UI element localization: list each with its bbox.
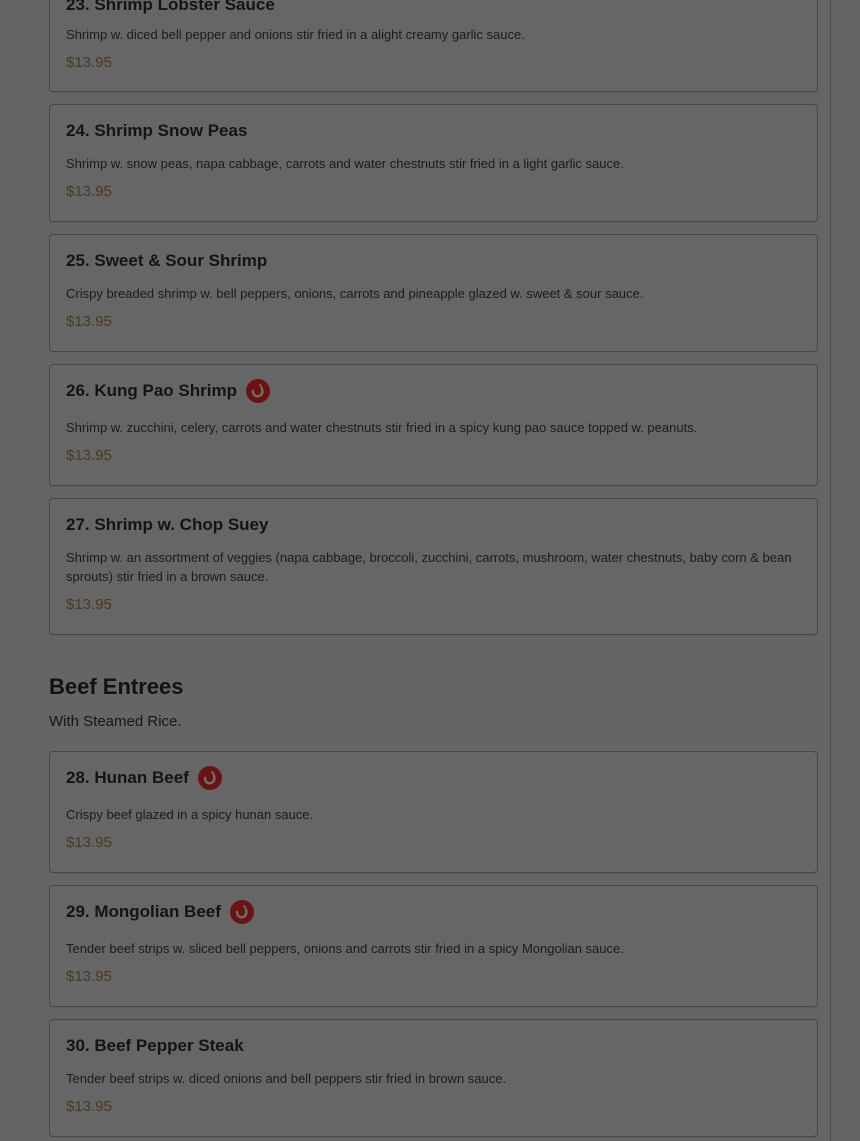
menu-item-description: Crispy breaded shrimp w. bell peppers, o… — [66, 286, 644, 301]
menu-item-card[interactable]: 26. Kung Pao Shrimp Shrimp w. zucchini, … — [49, 364, 818, 486]
menu-item-card[interactable]: 30. Beef Pepper Steak Tender beef strips… — [49, 1019, 818, 1137]
menu-item-title: 25. Sweet & Sour Shrimp — [66, 251, 267, 271]
menu-item-price: $13.95 — [66, 596, 112, 613]
menu-item-price: $13.95 — [66, 54, 112, 71]
menu-item-price: $13.95 — [66, 313, 112, 330]
menu-item-title: 27. Shrimp w. Chop Suey — [66, 515, 268, 535]
menu-item-description: Shrimp w. zucchini, celery, carrots and … — [66, 420, 698, 435]
section-subtitle: With Steamed Rice. — [49, 713, 182, 730]
menu-item-price: $13.95 — [66, 183, 112, 200]
menu-item-title: 24. Shrimp Snow Peas — [66, 121, 247, 141]
menu-page: 23. Shrimp Lobster Sauce Shrimp w. diced… — [0, 0, 860, 1141]
menu-item-title-text: 23. Shrimp Lobster Sauce — [66, 0, 275, 14]
menu-item-price: $13.95 — [66, 968, 112, 985]
menu-item-description: Shrimp w. an assortment of veggies (napa… — [66, 550, 792, 584]
menu-item-card[interactable]: 29. Mongolian Beef Tender beef strips w.… — [49, 885, 818, 1007]
menu-item-description: Tender beef strips w. diced onions and b… — [66, 1071, 507, 1086]
menu-item-card[interactable]: 27. Shrimp w. Chop Suey Shrimp w. an ass… — [49, 498, 818, 635]
menu-item-description: Shrimp w. snow peas, napa cabbage, carro… — [66, 156, 624, 171]
menu-item-price: $13.95 — [66, 834, 112, 851]
menu-item-title-text: 30. Beef Pepper Steak — [66, 1036, 244, 1055]
menu-item-description: Crispy beef glazed in a spicy hunan sauc… — [66, 807, 314, 822]
menu-item-title-text: 24. Shrimp Snow Peas — [66, 121, 248, 140]
menu-item-title: 26. Kung Pao Shrimp — [66, 379, 270, 403]
menu-item-title: 29. Mongolian Beef — [66, 900, 254, 924]
menu-item-title-text: 29. Mongolian Beef — [66, 902, 221, 921]
menu-item-title-text: 26. Kung Pao Shrimp — [66, 381, 237, 400]
section-title: Beef Entrees — [49, 674, 184, 699]
menu-item-title-text: 27. Shrimp w. Chop Suey — [66, 515, 269, 534]
menu-item-card[interactable]: 24. Shrimp Snow Peas Shrimp w. snow peas… — [49, 104, 818, 222]
menu-item-card[interactable]: 25. Sweet & Sour Shrimp Crispy breaded s… — [49, 234, 818, 352]
menu-item-price: $13.95 — [66, 1098, 112, 1115]
menu-item-price: $13.95 — [66, 447, 112, 464]
menu-item-title: 30. Beef Pepper Steak — [66, 1036, 244, 1056]
menu-item-title: 23. Shrimp Lobster Sauce — [66, 0, 275, 15]
menu-item-description: Tender beef strips w. sliced bell pepper… — [66, 941, 624, 956]
chili-pepper-icon — [197, 766, 222, 790]
menu-item-title: 28. Hunan Beef — [66, 766, 222, 790]
menu-item-description: Shrimp w. diced bell pepper and onions s… — [66, 27, 525, 42]
menu-item-title-text: 28. Hunan Beef — [66, 768, 189, 787]
menu-item-title-text: 25. Sweet & Sour Shrimp — [66, 251, 268, 270]
chili-pepper-icon — [245, 379, 270, 403]
chili-pepper-icon — [229, 900, 254, 924]
menu-item-card[interactable]: 23. Shrimp Lobster Sauce Shrimp w. diced… — [49, 0, 818, 92]
scroll-divider — [830, 0, 831, 1141]
menu-item-card[interactable]: 28. Hunan Beef Crispy beef glazed in a s… — [49, 751, 818, 873]
